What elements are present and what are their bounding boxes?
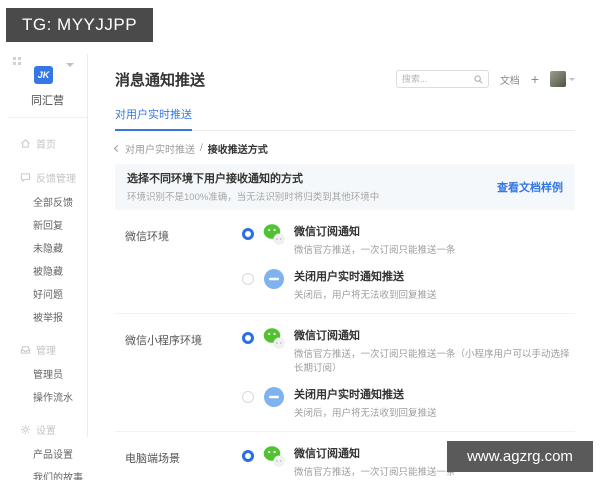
breadcrumb-separator: / — [200, 143, 203, 154]
sidebar-item-operation-log[interactable]: 操作流水 — [8, 385, 87, 408]
user-menu[interactable] — [550, 71, 575, 87]
option-description: 关闭后，用户将无法收到回复推送 — [294, 408, 437, 419]
telegram-watermark-banner: TG: MYYJJPP — [6, 8, 154, 42]
sidebar: JK 同汇营 首页 反馈管理 全部反馈 新回复 未隐藏 被隐藏 好问题 被举报 … — [8, 54, 88, 480]
sidebar-section-settings[interactable]: 设置 — [8, 417, 87, 442]
env-label: 微信小程序环境 — [125, 335, 202, 347]
breadcrumb: 对用户实时推送 / 接收推送方式 — [113, 141, 575, 156]
search-input[interactable] — [401, 74, 471, 84]
disable-push-icon — [264, 269, 284, 289]
plus-button[interactable]: + — [531, 72, 539, 86]
option-description: 微信官方推送，一次订阅只能推送一条 — [294, 245, 456, 256]
docs-link[interactable]: 文档 — [500, 72, 520, 87]
breadcrumb-back[interactable]: 对用户实时推送 — [125, 141, 195, 156]
website-watermark-banner: www.agzrg.com — [447, 441, 593, 472]
notice-description: 环境识别不是100%准确，当无法识别时将归类到其他环境中 — [127, 192, 380, 203]
notice-bar: 选择不同环境下用户接收通知的方式 环境识别不是100%准确，当无法识别时将归类到… — [115, 164, 575, 210]
sidebar-item-product-settings[interactable]: 产品设置 — [8, 442, 87, 465]
option-title: 微信订阅通知 — [294, 226, 360, 238]
view-doc-sample-link[interactable]: 查看文档样例 — [497, 179, 563, 195]
back-chevron-icon[interactable] — [113, 144, 122, 153]
notice-title: 选择不同环境下用户接收通知的方式 — [127, 173, 303, 185]
sidebar-item-good-questions[interactable]: 好问题 — [8, 282, 87, 305]
sidebar-section-manage[interactable]: 管理 — [8, 337, 87, 362]
avatar[interactable] — [550, 71, 566, 87]
sidebar-item-admins[interactable]: 管理员 — [8, 362, 87, 385]
tab-realtime-push[interactable]: 对用户实时推送 — [115, 106, 192, 131]
apps-grid-icon[interactable] — [13, 57, 21, 65]
option-title: 微信订阅通知 — [294, 448, 360, 460]
option-wechat-subscribe[interactable]: 微信订阅通知 微信官方推送，一次订阅只能推送一条（小程序用户可以手动选择长期订阅… — [242, 327, 575, 374]
option-wechat-subscribe[interactable]: 微信订阅通知 微信官方推送，一次订阅只能推送一条 — [242, 223, 456, 256]
radio-selected[interactable] — [242, 228, 254, 240]
option-description: 微信官方推送，一次订阅只能推送一条 — [294, 467, 456, 478]
product-logo[interactable]: JK — [34, 66, 53, 84]
option-title: 微信订阅通知 — [294, 330, 360, 342]
radio-unselected[interactable] — [242, 273, 254, 285]
wechat-icon — [263, 224, 285, 245]
sidebar-item-label: 首页 — [36, 140, 56, 151]
chat-bubble-icon — [20, 173, 31, 183]
sidebar-item-new-replies[interactable]: 新回复 — [8, 213, 87, 236]
top-header-actions: 文档 + — [395, 70, 575, 88]
sidebar-nav: 首页 反馈管理 全部反馈 新回复 未隐藏 被隐藏 好问题 被举报 管理 管理员 … — [8, 118, 87, 480]
env-label: 电脑端场景 — [125, 453, 180, 465]
option-disable-push[interactable]: 关闭用户实时通知推送 关闭后，用户将无法收到回复推送 — [242, 386, 575, 419]
breadcrumb-current: 接收推送方式 — [207, 145, 268, 156]
chevron-down-icon — [569, 77, 575, 81]
env-label: 微信环境 — [125, 231, 169, 243]
search-icon — [474, 74, 483, 83]
tab-bar: 对用户实时推送 — [115, 105, 575, 131]
disable-push-icon — [264, 387, 284, 407]
option-description: 微信官方推送，一次订阅只能推送一条（小程序用户可以手动选择长期订阅） — [294, 349, 570, 374]
sidebar-item-not-hidden[interactable]: 未隐藏 — [8, 236, 87, 259]
product-name: 同汇营 — [31, 95, 64, 107]
sidebar-section-label: 设置 — [36, 426, 56, 437]
sidebar-item-all-feedback[interactable]: 全部反馈 — [8, 190, 87, 213]
main-content: 文档 + 消息通知推送 对用户实时推送 对用户实时推送 / 接收推送方式 选择不… — [88, 54, 592, 478]
home-icon — [21, 139, 30, 148]
radio-selected[interactable] — [242, 332, 254, 344]
inbox-icon — [20, 346, 31, 354]
gear-icon — [20, 424, 31, 435]
sidebar-section-feedback[interactable]: 反馈管理 — [8, 165, 87, 190]
admin-app-window: JK 同汇营 首页 反馈管理 全部反馈 新回复 未隐藏 被隐藏 好问题 被举报 … — [8, 54, 592, 480]
radio-selected[interactable] — [242, 450, 254, 462]
search-box[interactable] — [395, 70, 489, 88]
option-wechat-subscribe[interactable]: 微信订阅通知 微信官方推送，一次订阅只能推送一条 — [242, 445, 456, 478]
sidebar-section-label: 管理 — [36, 346, 56, 357]
sidebar-item-our-story[interactable]: 我们的故事 — [8, 465, 87, 480]
env-row-wechat: 微信环境 微信订阅通知 微信官方推送，一次订阅只能推送一条 关闭用户实时通知推送… — [115, 210, 575, 314]
sidebar-header: JK 同汇营 — [8, 54, 87, 118]
sidebar-section-label: 反馈管理 — [36, 174, 76, 185]
option-title: 关闭用户实时通知推送 — [294, 389, 404, 401]
sidebar-item-reported[interactable]: 被举报 — [8, 305, 87, 328]
radio-unselected[interactable] — [242, 391, 254, 403]
notice-text: 选择不同环境下用户接收通知的方式 环境识别不是100%准确，当无法识别时将归类到… — [127, 170, 379, 203]
sidebar-item-hidden[interactable]: 被隐藏 — [8, 259, 87, 282]
env-row-miniprogram: 微信小程序环境 微信订阅通知 微信官方推送，一次订阅只能推送一条（小程序用户可以… — [115, 314, 575, 432]
option-description: 关闭后，用户将无法收到回复推送 — [294, 290, 437, 301]
chevron-down-icon[interactable] — [66, 63, 74, 67]
option-disable-push[interactable]: 关闭用户实时通知推送 关闭后，用户将无法收到回复推送 — [242, 268, 456, 301]
sidebar-item-home[interactable]: 首页 — [8, 131, 87, 156]
option-title: 关闭用户实时通知推送 — [294, 271, 404, 283]
wechat-icon — [263, 328, 285, 349]
wechat-icon — [263, 446, 285, 467]
